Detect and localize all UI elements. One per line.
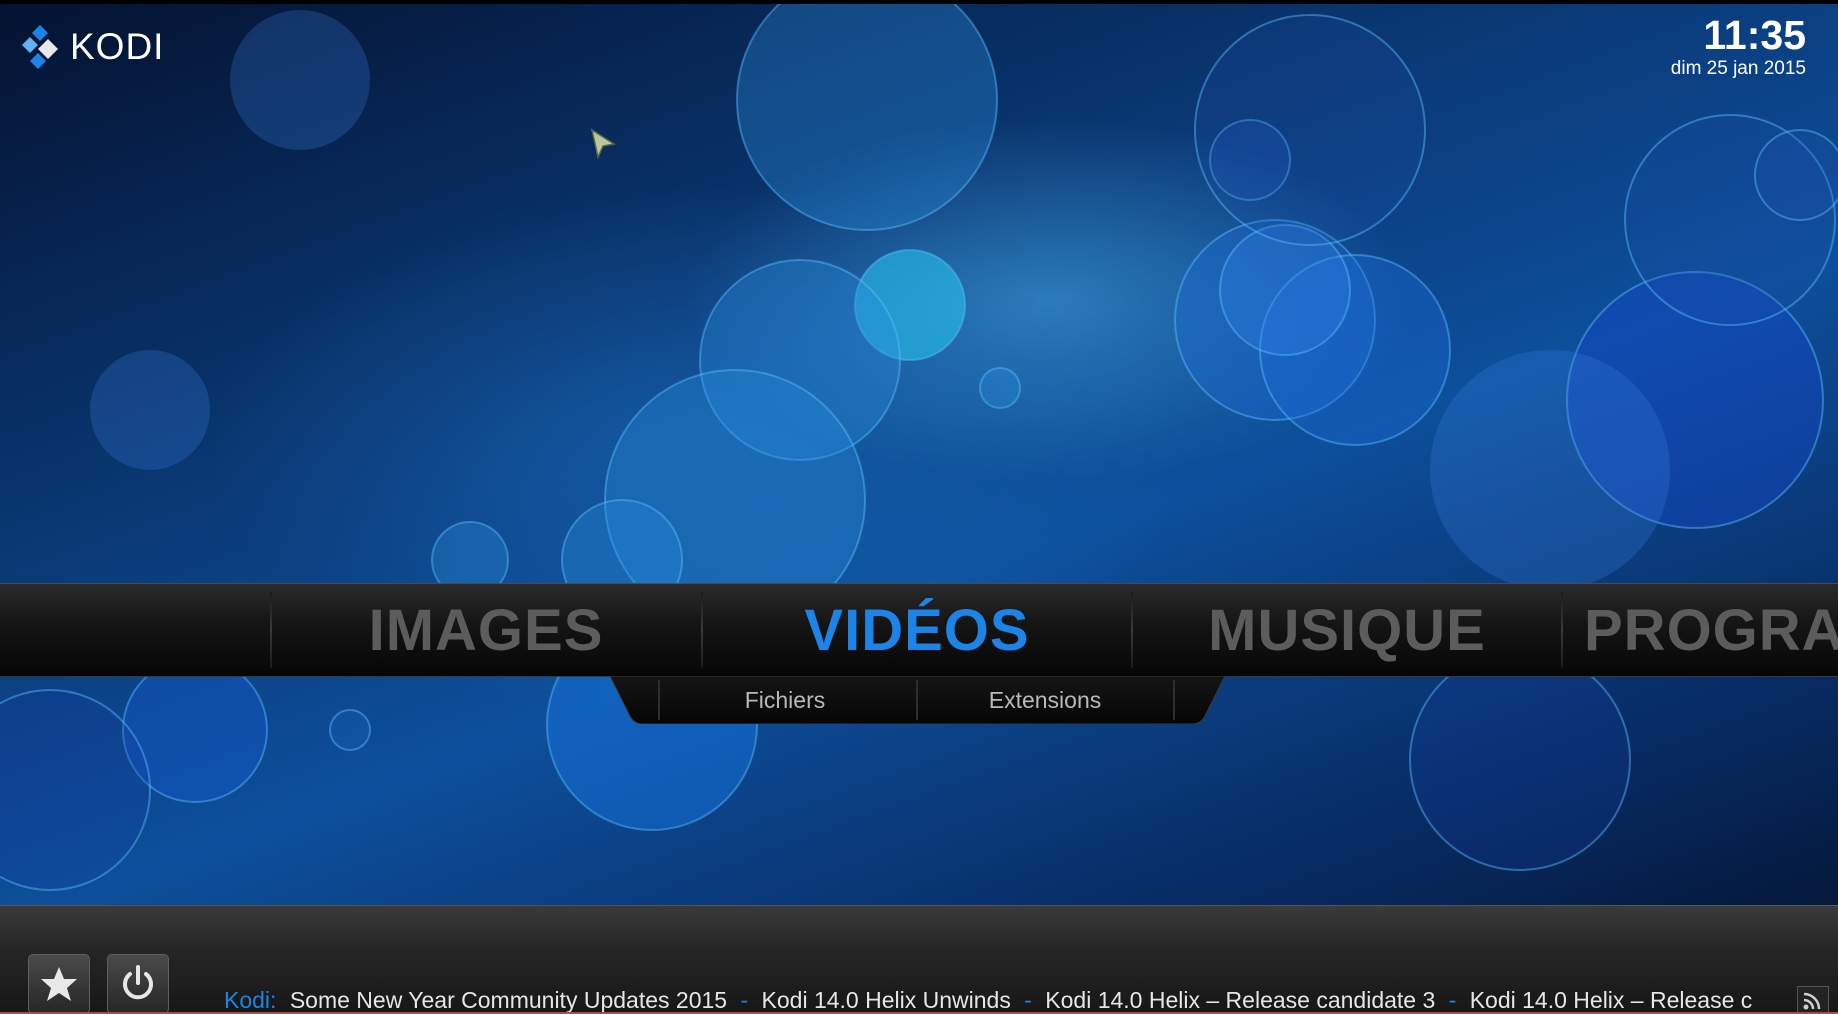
ticker-separator: - [1024, 987, 1032, 1013]
ticker-item: Kodi 14.0 Helix – Release candidate 3 [1045, 987, 1436, 1013]
submenu-separator [916, 680, 918, 720]
ticker-item: Kodi 14.0 Helix Unwinds [761, 987, 1011, 1013]
ticker-item: Kodi 14.0 Helix – Release c [1469, 987, 1753, 1013]
star-icon [41, 967, 77, 1001]
submenu: Fichiers Extensions [610, 676, 1225, 724]
ticker-item: Some New Year Community Updates 2015 [289, 987, 728, 1013]
power-icon [123, 965, 153, 1000]
submenu-separator [1173, 680, 1175, 720]
mouse-pointer-icon [590, 128, 617, 165]
ticker-separator: - [1448, 987, 1457, 1013]
bokeh-circles [0, 0, 1838, 891]
clock-time: 11:35 [1703, 12, 1806, 58]
top-edge [0, 0, 1838, 4]
logo-text: KODI [70, 26, 165, 67]
favourites-button[interactable] [28, 954, 90, 1014]
ticker-separator: - [740, 987, 749, 1013]
clock: 11:35 dim 25 jan 2015 [1671, 12, 1806, 80]
menu-item-musique[interactable]: MUSIQUE [1132, 584, 1562, 676]
rss-icon [1803, 992, 1821, 1010]
submenu-item-extensions[interactable]: Extensions [920, 676, 1170, 724]
clock-date: dim 25 jan 2015 [1670, 58, 1806, 79]
rss-feed-button[interactable] [1797, 986, 1829, 1014]
menu-item-programmes[interactable]: PROGRAMMES [1562, 584, 1838, 676]
menu-item-images[interactable]: IMAGES [271, 584, 701, 676]
ticker-source: Kodi: [224, 987, 277, 1013]
power-button[interactable] [107, 954, 169, 1014]
news-ticker: Kodi: Some New Year Community Updates 20… [224, 986, 1824, 1014]
main-menu-bar: IMAGES VIDÉOS MUSIQUE PROGRAMMES [0, 583, 1838, 677]
kodi-logo-icon [22, 25, 58, 69]
menu-item-videos[interactable]: VIDÉOS [702, 584, 1132, 676]
bokeh-background [0, 0, 1838, 1014]
kodi-home-screen: KODI 11:35 dim 25 jan 2015 IMAGES VIDÉOS… [0, 0, 1838, 1014]
submenu-item-fichiers[interactable]: Fichiers [660, 676, 910, 724]
kodi-logo: KODI [18, 22, 164, 72]
